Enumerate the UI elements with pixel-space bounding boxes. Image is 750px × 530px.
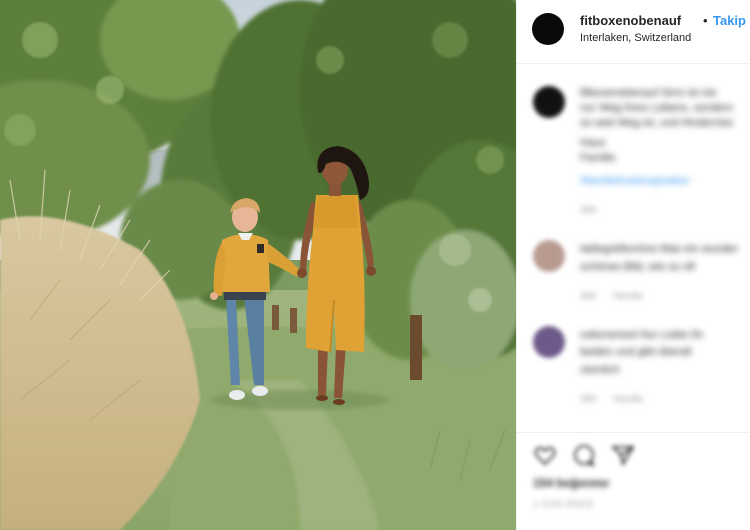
comment-line: so weit Weg ist, und Hinderniss (580, 117, 734, 129)
post-header: fitboxenobenauf • Takip Et Interlaken, S… (517, 0, 750, 64)
follow-button[interactable]: Takip Et (713, 13, 750, 28)
comment-time: 35h (580, 291, 597, 302)
share-icon[interactable] (611, 443, 635, 467)
comment-time: 35h (580, 394, 597, 405)
reply-button[interactable]: Yanıtla (612, 394, 642, 405)
comment-hashtags[interactable]: #familiehuetinspiration (580, 174, 689, 189)
heart-icon[interactable] (533, 443, 557, 467)
comment-time: 35h (580, 205, 597, 216)
comment-line: fitboxenobenauf Sirro ist nie (580, 87, 717, 99)
photo-scene (0, 0, 516, 530)
comment-line: nur Weg ihres Lebens, sondern (580, 102, 734, 114)
comment-avatar[interactable] (533, 86, 565, 118)
comment-line: ziemlich (580, 364, 620, 376)
like-count[interactable]: 154 beğenme (533, 476, 609, 490)
post-location[interactable]: Interlaken, Switzerland (580, 32, 691, 44)
comment-line: Familie (580, 152, 616, 164)
author-username[interactable]: fitboxenobenauf (580, 13, 681, 28)
comment-line: schönes Bild, wie so oft (580, 261, 695, 273)
header-separator: • (703, 13, 708, 28)
comments-section[interactable]: fitboxenobenauf Sirro ist nie nur Weg ih… (517, 64, 750, 432)
post-side-panel: fitboxenobenauf • Takip Et Interlaken, S… (516, 0, 750, 530)
comment-avatar[interactable] (533, 326, 565, 358)
comment-line: ceboramest Nur Liebe ihr (580, 329, 704, 341)
comment-line: Haus (580, 137, 606, 149)
reply-button[interactable]: Yanıtla (612, 291, 642, 302)
comment-icon[interactable] (572, 443, 596, 467)
author-avatar[interactable] (532, 13, 564, 45)
post-view: fitboxenobenauf • Takip Et Interlaken, S… (0, 0, 750, 530)
comment-line: beiden und gibt überall (580, 346, 692, 358)
comment-avatar[interactable] (533, 240, 565, 272)
post-date: 1 GÜN ÖNCE (533, 499, 595, 509)
post-photo[interactable] (0, 0, 516, 530)
comment-line: ladiegoldiumina Was ein wunder (580, 243, 738, 255)
post-actions: 154 beğenme 1 GÜN ÖNCE (517, 432, 750, 530)
